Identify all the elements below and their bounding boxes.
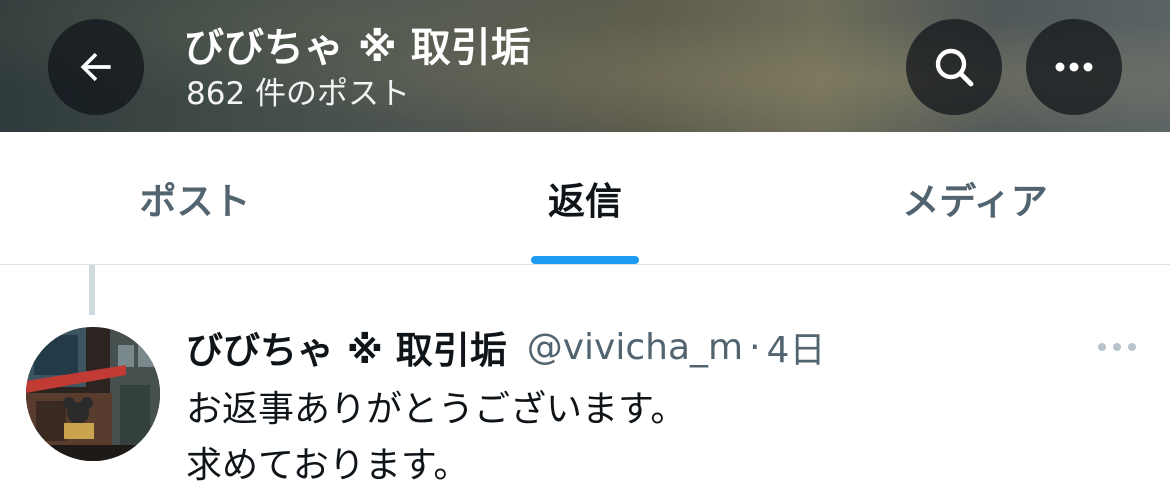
back-button[interactable] [48, 19, 144, 115]
more-horizontal-icon [1055, 62, 1093, 72]
search-icon [935, 48, 974, 87]
tweet-text: お返事ありがとうございます。 求めております。 [186, 382, 686, 494]
back-arrow-icon [80, 52, 111, 82]
tweet-text-line: お返事ありがとうございます。 [186, 389, 687, 430]
tweet-display-name[interactable]: びびちゃ ※ 取引垢 [186, 320, 507, 374]
tab-label: メディア [902, 180, 1048, 223]
active-tab-indicator [531, 256, 639, 264]
tweet-more-button[interactable] [1092, 330, 1142, 364]
tab-replies[interactable]: 返信 [390, 132, 780, 264]
avatar[interactable] [26, 327, 160, 461]
tab-label: ポスト [139, 180, 251, 223]
post-count: 862 件のポスト [186, 76, 411, 112]
tweet-separator: · [749, 326, 761, 368]
thread-connector-line [89, 265, 95, 315]
tweet-text-line: 求めております。 [186, 445, 470, 486]
profile-tabs: ポスト 返信 メディア [0, 132, 1170, 265]
tweet-handle[interactable]: @vivicha_m [527, 327, 743, 368]
avatar-image [26, 327, 160, 461]
more-horizontal-icon [1098, 343, 1136, 351]
tweet-header: びびちゃ ※ 取引垢 @vivicha_m · 4日 [186, 320, 1106, 374]
tweet-timestamp[interactable]: 4日 [767, 321, 826, 373]
profile-title: びびちゃ ※ 取引垢 [184, 25, 531, 71]
more-button[interactable] [1026, 19, 1122, 115]
tab-label: 返信 [548, 180, 622, 223]
tab-media[interactable]: メディア [780, 132, 1170, 264]
search-button[interactable] [906, 19, 1002, 115]
profile-header: びびちゃ ※ 取引垢 862 件のポスト [0, 0, 1170, 132]
tab-posts[interactable]: ポスト [0, 132, 390, 264]
